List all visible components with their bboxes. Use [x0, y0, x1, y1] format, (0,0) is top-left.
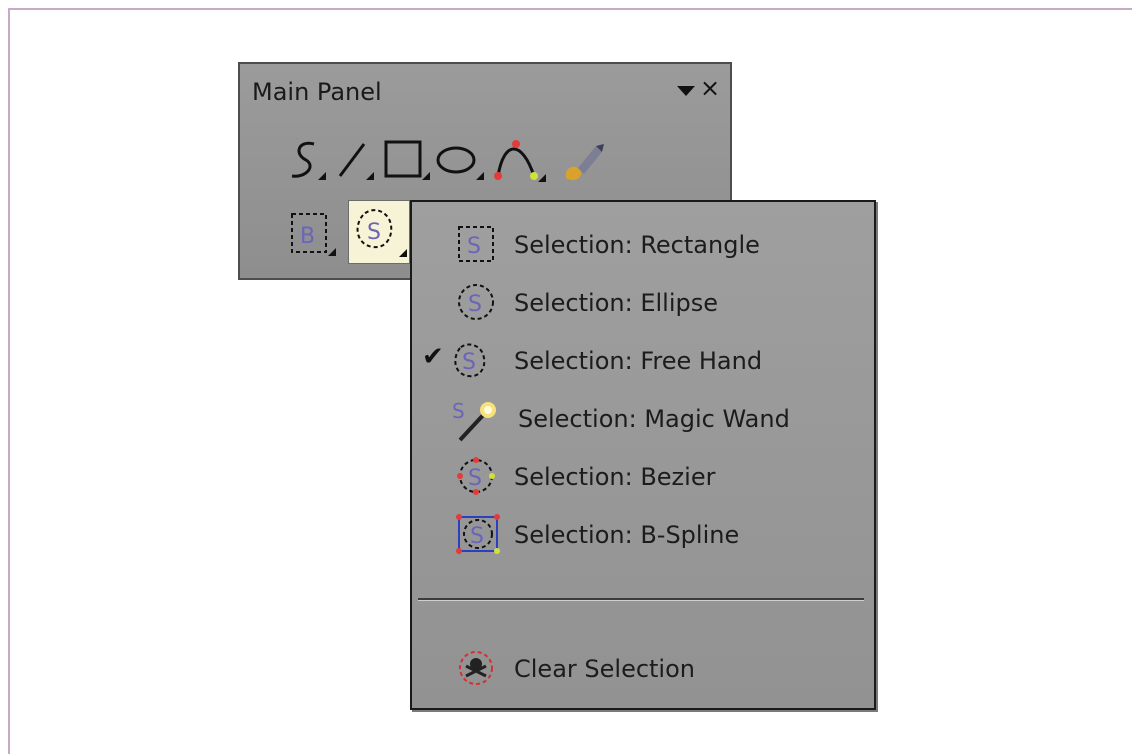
bezier-selection-icon: S [456, 456, 496, 500]
ellipse-icon[interactable] [434, 136, 486, 186]
svg-text:S: S [468, 292, 482, 317]
ellipse-selection-icon: S [456, 282, 496, 326]
freehand-selection-tool-icon: S [356, 209, 407, 257]
magic-wand-icon: S [450, 398, 498, 448]
rectangle-selection-icon: S [456, 224, 496, 268]
freehand-selection-tool-button[interactable]: S [348, 200, 410, 264]
svg-text:S: S [367, 220, 381, 245]
svg-text:S: S [468, 466, 482, 491]
menu-separator [418, 598, 864, 601]
menu-item-selection-free-hand[interactable]: ✔ S Selection: Free Hand [412, 332, 874, 388]
rectangle-icon[interactable] [380, 136, 432, 186]
line-icon[interactable] [332, 136, 376, 186]
freehand-selection-icon: S [450, 340, 490, 384]
clear-selection-icon [456, 648, 496, 692]
checkmark-icon: ✔ [422, 342, 444, 372]
svg-text:S: S [467, 234, 481, 259]
bezier-curve-icon[interactable] [488, 136, 548, 186]
selection-dropdown-menu: S Selection: Rectangle S Selection: Elli… [410, 200, 876, 710]
menu-item-selection-magic-wand[interactable]: S Selection: Magic Wand [412, 390, 874, 446]
panel-title: Main Panel [252, 78, 382, 106]
bspline-selection-icon: S [456, 514, 500, 558]
menu-item-clear-selection[interactable]: Clear Selection [412, 640, 874, 696]
menu-item-selection-ellipse[interactable]: S Selection: Ellipse [412, 274, 874, 330]
menu-item-label: Selection: Ellipse [514, 289, 718, 317]
paint-brush-icon[interactable] [558, 136, 606, 188]
panel-menu-caret-icon[interactable] [677, 86, 695, 96]
svg-text:S: S [462, 350, 476, 375]
menu-item-label: Clear Selection [514, 655, 695, 683]
svg-text:B: B [300, 224, 315, 249]
svg-text:S: S [470, 524, 484, 549]
svg-text:S: S [452, 399, 465, 423]
menu-item-selection-b-spline[interactable]: S Selection: B-Spline [412, 506, 874, 562]
menu-item-label: Selection: Magic Wand [518, 405, 790, 433]
menu-item-label: Selection: Bezier [514, 463, 716, 491]
menu-item-selection-bezier[interactable]: S Selection: Bezier [412, 448, 874, 504]
menu-item-selection-rectangle[interactable]: S Selection: Rectangle [412, 216, 874, 272]
menu-item-label: Selection: Rectangle [514, 231, 760, 259]
freehand-curve-icon[interactable] [284, 136, 328, 186]
menu-item-label: Selection: Free Hand [514, 347, 763, 375]
panel-close-button[interactable]: × [700, 76, 720, 100]
menu-item-label: Selection: B-Spline [514, 521, 740, 549]
bspline-selection-tool-icon[interactable]: B [288, 210, 340, 260]
